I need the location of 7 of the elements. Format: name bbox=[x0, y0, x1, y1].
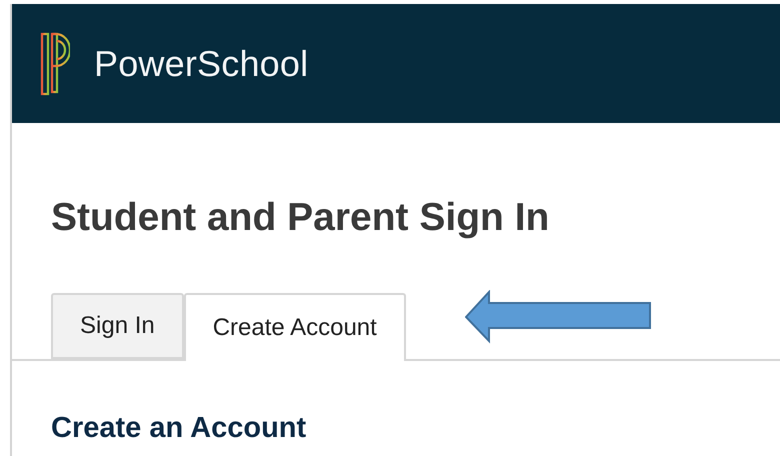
page-title: Student and Parent Sign In bbox=[51, 195, 550, 241]
arrow-icon bbox=[465, 290, 653, 344]
tab[interactable]: Sign In bbox=[51, 293, 184, 359]
logo-icon bbox=[40, 32, 70, 96]
section-title: Create an Account bbox=[51, 411, 308, 445]
brand-name: PowerSchool bbox=[94, 42, 308, 84]
tab[interactable]: Create Account bbox=[184, 293, 406, 361]
